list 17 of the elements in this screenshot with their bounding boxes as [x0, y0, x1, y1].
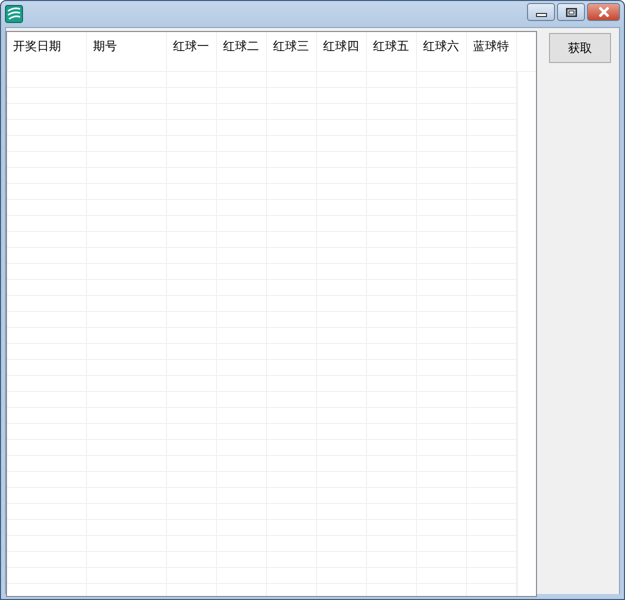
- column-header: 开奖日期: [13, 39, 61, 53]
- restore-button[interactable]: [557, 3, 585, 21]
- column-header: 蓝球特: [473, 39, 509, 53]
- column-header: 红球四: [323, 39, 359, 53]
- fetch-button[interactable]: 获取: [549, 33, 611, 63]
- minimize-icon: [536, 13, 546, 17]
- column-header: 红球六: [423, 39, 459, 53]
- app-icon: [5, 5, 23, 23]
- column-header: 期号: [93, 39, 117, 53]
- close-icon: [598, 7, 608, 17]
- restore-icon: [566, 8, 576, 16]
- minimize-button[interactable]: [527, 3, 555, 21]
- column-header: 红球五: [373, 39, 409, 53]
- column-header: 红球二: [223, 39, 259, 53]
- column-header: 红球一: [173, 39, 209, 53]
- close-button[interactable]: [587, 3, 620, 21]
- column-header: 红球三: [273, 39, 309, 53]
